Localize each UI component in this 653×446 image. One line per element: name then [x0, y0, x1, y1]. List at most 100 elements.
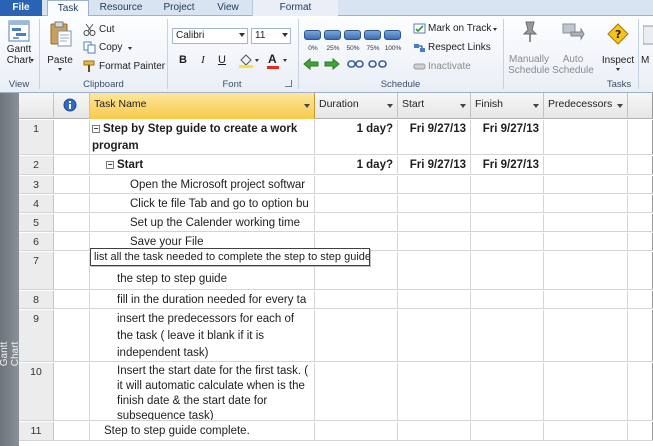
percent-complete-0-button[interactable]: 0%	[302, 18, 324, 54]
finish-cell[interactable]: Fri 9/27/13	[471, 120, 544, 154]
tab-task[interactable]: Task	[47, 0, 89, 17]
predecessors-cell[interactable]	[544, 291, 628, 308]
view-bar[interactable]: Gantt Chart	[0, 93, 21, 446]
task-name-column-header[interactable]: Task Name	[90, 93, 315, 119]
task-row[interactable]: 9 insert the predecessors for each of th…	[19, 310, 653, 362]
task-name-cell[interactable]: − Step by Step guide to create a work pro…	[90, 120, 315, 154]
duration-cell[interactable]	[315, 195, 398, 212]
start-cell[interactable]	[398, 310, 471, 361]
duration-cell[interactable]	[315, 422, 398, 440]
font-color-button[interactable]: A	[266, 52, 290, 70]
task-name-cell[interactable]: Open the Microsoft project softwar	[90, 176, 315, 193]
start-cell[interactable]	[398, 195, 471, 212]
predecessors-cell[interactable]	[544, 195, 628, 212]
chevron-down-icon[interactable]	[387, 104, 393, 108]
auto-schedule-button[interactable]: Auto Schedule	[552, 18, 594, 78]
indicators-column-header[interactable]	[54, 93, 90, 119]
task-row[interactable]: 10 Insert the start date for the first t…	[19, 363, 653, 421]
finish-cell[interactable]	[471, 214, 544, 231]
duration-cell[interactable]	[315, 310, 398, 361]
start-cell[interactable]: Fri 9/27/13	[398, 120, 471, 154]
link-tasks-button[interactable]	[346, 56, 365, 73]
copy-button[interactable]: Copy	[83, 41, 138, 55]
format-painter-button[interactable]: Format Painter	[83, 60, 165, 74]
start-cell[interactable]	[398, 176, 471, 193]
task-name-cell[interactable]: fill in the duration needed for every ta	[90, 291, 315, 308]
start-cell[interactable]	[398, 233, 471, 250]
finish-column-header[interactable]: Finish	[471, 93, 544, 119]
select-all-corner[interactable]	[19, 93, 54, 119]
task-name-cell[interactable]: Click te file Tab and go to option bu	[90, 195, 315, 212]
finish-cell[interactable]	[471, 195, 544, 212]
gantt-chart-button[interactable]: Gantt Chart	[2, 18, 36, 66]
predecessors-cell[interactable]	[544, 120, 628, 154]
predecessors-cell[interactable]	[544, 310, 628, 361]
tab-project[interactable]: Project	[154, 0, 204, 16]
finish-cell[interactable]	[471, 422, 544, 440]
task-name-edit-field[interactable]: list all the task needed to complete the…	[90, 248, 370, 266]
font-dialog-launcher-icon[interactable]	[285, 80, 292, 87]
underline-button[interactable]: U	[215, 54, 229, 68]
start-cell[interactable]	[398, 363, 471, 420]
indent-task-button[interactable]	[322, 56, 341, 73]
unlink-tasks-button[interactable]	[368, 56, 387, 73]
percent-complete-75-button[interactable]: 75%	[362, 18, 384, 54]
task-name-cell[interactable]: insert the predecessors for each of the …	[90, 310, 315, 361]
chevron-down-icon[interactable]	[533, 104, 539, 108]
add-column-header[interactable]	[628, 93, 653, 119]
duration-cell[interactable]: 1 day?	[315, 156, 398, 174]
collapse-toggle-icon[interactable]: −	[106, 161, 114, 169]
task-row[interactable]: 2 − Start 1 day? Fri 9/27/13 Fri 9/27/13	[19, 156, 653, 175]
task-row[interactable]: 8 fill in the duration needed for every …	[19, 291, 653, 309]
start-cell[interactable]	[398, 214, 471, 231]
predecessors-column-header[interactable]: Predecessors	[544, 93, 628, 119]
task-name-cell[interactable]: Insert the start date for the first task…	[90, 363, 315, 420]
inactivate-button[interactable]: Inactivate	[413, 60, 498, 74]
manually-schedule-button[interactable]: Manually Schedule	[506, 18, 552, 78]
task-name-cell[interactable]: Set up the Calender working time	[90, 214, 315, 231]
font-family-select[interactable]: Calibri	[172, 28, 248, 44]
duration-cell[interactable]	[315, 363, 398, 420]
finish-cell[interactable]	[471, 363, 544, 420]
finish-cell[interactable]	[471, 233, 544, 250]
tab-resource[interactable]: Resource	[93, 0, 149, 16]
duration-column-header[interactable]: Duration	[315, 93, 398, 119]
task-name-cell[interactable]: Step to step guide complete.	[90, 422, 315, 440]
cut-button[interactable]: Cut	[83, 23, 133, 37]
finish-cell[interactable]	[471, 176, 544, 193]
duration-cell[interactable]	[315, 291, 398, 308]
more-tasks-button[interactable]: M	[641, 18, 653, 78]
percent-complete-50-button[interactable]: 50%	[342, 18, 364, 54]
task-row[interactable]: 11 Step to step guide complete.	[19, 422, 653, 441]
outdent-task-button[interactable]	[302, 56, 321, 73]
chevron-down-icon[interactable]	[304, 104, 310, 108]
tab-file[interactable]: File	[0, 0, 42, 16]
start-cell[interactable]: Fri 9/27/13	[398, 156, 471, 174]
task-row[interactable]: 5 Set up the Calender working time	[19, 214, 653, 232]
fill-color-button[interactable]	[238, 52, 262, 70]
predecessors-cell[interactable]	[544, 252, 628, 289]
bold-button[interactable]: B	[176, 54, 190, 68]
start-cell[interactable]	[398, 422, 471, 440]
finish-cell[interactable]: Fri 9/27/13	[471, 156, 544, 174]
predecessors-cell[interactable]	[544, 363, 628, 420]
task-row[interactable]: 1 − Step by Step guide to create a work p…	[19, 120, 653, 155]
mark-on-track-button[interactable]: Mark on Track	[413, 22, 498, 36]
task-row[interactable]: 4 Click te file Tab and go to option bu	[19, 195, 653, 213]
duration-cell[interactable]	[315, 214, 398, 231]
percent-complete-25-button[interactable]: 25%	[322, 18, 344, 54]
font-size-select[interactable]: 11	[251, 28, 291, 44]
finish-cell[interactable]	[471, 291, 544, 308]
predecessors-cell[interactable]	[544, 422, 628, 440]
chevron-down-icon[interactable]	[617, 104, 623, 108]
duration-cell[interactable]: 1 day?	[315, 120, 398, 154]
tab-view[interactable]: View	[206, 0, 250, 16]
predecessors-cell[interactable]	[544, 214, 628, 231]
respect-links-button[interactable]: Respect Links	[413, 41, 498, 55]
start-cell[interactable]	[398, 252, 471, 289]
finish-cell[interactable]	[471, 252, 544, 289]
percent-complete-100-button[interactable]: 100%	[382, 18, 404, 54]
predecessors-cell[interactable]	[544, 156, 628, 174]
finish-cell[interactable]	[471, 310, 544, 361]
paste-button[interactable]: Paste	[43, 18, 77, 71]
